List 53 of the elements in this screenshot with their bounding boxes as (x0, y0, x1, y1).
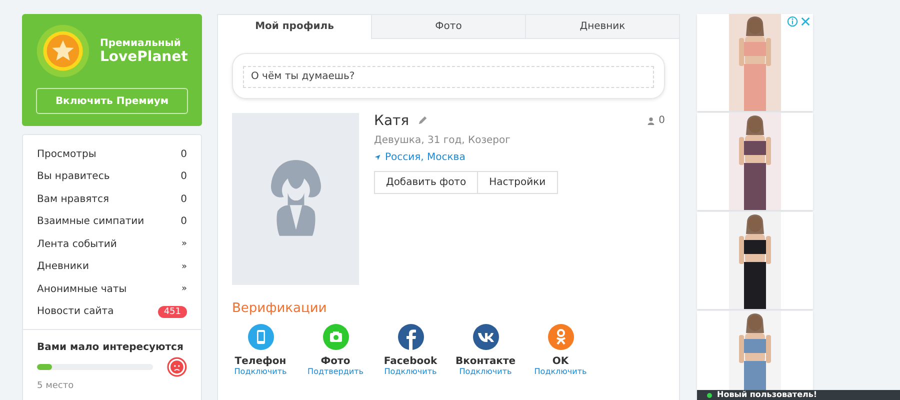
rating-title: Вами мало интересуются (37, 342, 184, 353)
location-arrow-icon (374, 154, 381, 160)
verification-name: Вконтакте (455, 356, 516, 366)
stats-link[interactable]: Лента событий (37, 238, 117, 250)
facebook-icon[interactable] (398, 324, 424, 350)
stat-count: 0 (180, 171, 187, 182)
more-arrow: » (181, 262, 187, 272)
person-icon (646, 116, 655, 124)
profile-details: Девушка, 31 год, Козерог (374, 134, 510, 146)
ok-icon[interactable] (548, 324, 574, 350)
verification-link[interactable]: Подтвердить (308, 366, 364, 376)
profile-tab[interactable]: Дневник (525, 15, 679, 39)
verification-link[interactable]: Подключить (234, 366, 287, 376)
vk-icon[interactable] (472, 324, 498, 350)
section-title: Верификации (232, 300, 328, 316)
stats-link[interactable]: Анонимные чаты (37, 284, 127, 295)
stat-count: 0 (180, 148, 187, 160)
stat-count: 0 (180, 194, 187, 205)
stats-link[interactable]: Дневники (37, 261, 89, 272)
profile-button[interactable]: Добавить фото (374, 170, 478, 194)
follower-count: 0 (658, 115, 665, 126)
online-dot-icon (707, 392, 712, 398)
verification-name: Фото (320, 356, 350, 366)
stats-link[interactable]: Взаимные симпатии (37, 216, 144, 228)
notification-text: Новый пользователь! (717, 390, 818, 400)
more-arrow: » (181, 284, 187, 294)
news-count: 451 (158, 306, 187, 318)
location-link[interactable]: Россия, Москва (374, 152, 466, 162)
phone-icon[interactable] (248, 324, 274, 350)
pencil-icon[interactable] (417, 115, 428, 126)
verification-link[interactable]: Подключить (459, 366, 512, 376)
status-field[interactable]: О чём ты думаешь? (243, 66, 654, 88)
stats-link[interactable]: Вам нравятся (37, 194, 109, 205)
premium-title: Премиальный (100, 38, 182, 48)
rank-text: 5 место (37, 381, 75, 391)
sad-face-icon (167, 357, 187, 377)
stats-link[interactable]: Новости сайта (37, 306, 114, 318)
verification-name: OK (552, 356, 569, 366)
more-arrow: » (181, 239, 187, 250)
profile-tab[interactable]: Фото (371, 15, 525, 39)
verification-name: Facebook (384, 356, 438, 366)
verification-name: Телефон (234, 356, 286, 366)
verification-link[interactable]: Подключить (534, 366, 587, 376)
stats-link[interactable]: Вы нравитесь (37, 171, 110, 182)
info-icon[interactable] (787, 16, 798, 27)
camera-icon[interactable] (322, 324, 348, 350)
stat-count: 0 (180, 216, 187, 228)
profile-button[interactable]: Настройки (478, 170, 558, 194)
profile-name: Катя (374, 112, 410, 128)
stats-link[interactable]: Просмотры (37, 148, 96, 160)
close-icon[interactable] (800, 16, 811, 27)
brand-name: LovePlanet (100, 48, 188, 64)
verification-link[interactable]: Подключить (384, 366, 437, 376)
